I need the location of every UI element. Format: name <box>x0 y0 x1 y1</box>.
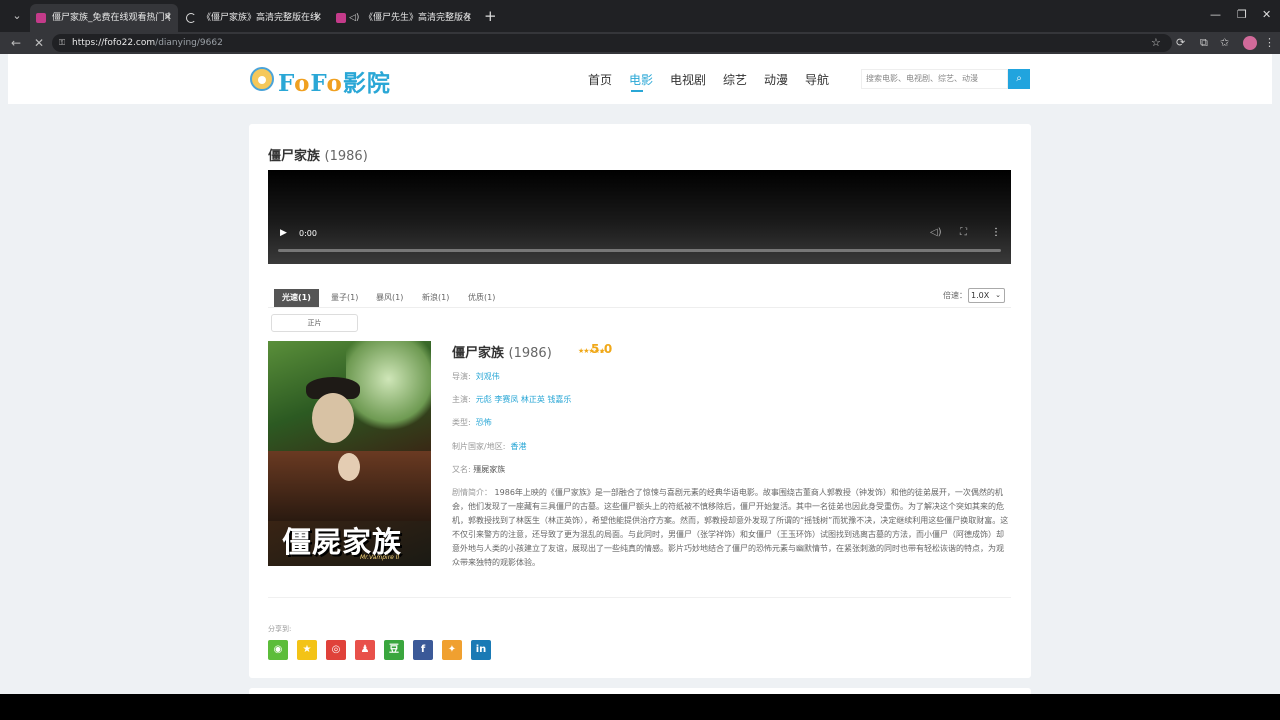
linkedin-icon[interactable]: in <box>471 640 491 660</box>
favicon-icon <box>36 13 46 23</box>
nav-active-underline <box>631 90 643 92</box>
director-link[interactable]: 刘观伟 <box>476 372 500 381</box>
star-icon[interactable]: ★ <box>297 640 317 660</box>
source-tab-guangsu[interactable]: 光速(1) <box>274 289 319 307</box>
director-row: 导演: 刘观伟 <box>452 372 500 381</box>
bookmark-star-icon[interactable]: ☆ <box>1151 36 1161 50</box>
video-time: 0:00 <box>299 229 317 238</box>
tab-title: 《僵尸家族》高清完整版在线观看 <box>202 13 320 23</box>
nav-home[interactable]: 首页 <box>588 71 612 88</box>
tab-2[interactable]: 《僵尸家族》高清完整版在线观看 ✕ <box>180 4 328 32</box>
maximize-icon[interactable]: ❐ <box>1237 8 1247 21</box>
source-tab-baofeng[interactable]: 暴风(1) <box>376 289 403 307</box>
share-label: 分享到: <box>268 625 292 633</box>
video-player[interactable]: ▶ 0:00 ◁) ⛶ ⋮ <box>268 170 1011 264</box>
source-tab-liangzi[interactable]: 量子(1) <box>331 289 358 307</box>
qq-icon[interactable]: ♟ <box>355 640 375 660</box>
weibo-icon[interactable]: ◎ <box>326 640 346 660</box>
source-tab-youzhi[interactable]: 优质(1) <box>468 289 495 307</box>
minimize-icon[interactable]: — <box>1210 8 1221 21</box>
movie-poster: 僵屍家族 Mr.Vampire II <box>268 341 431 566</box>
facebook-icon[interactable]: f <box>413 640 433 660</box>
stop-icon[interactable]: ✕ <box>34 35 44 51</box>
close-icon[interactable]: ✕ <box>464 4 472 32</box>
region-link[interactable]: 香港 <box>510 442 526 451</box>
logo-mascot-icon[interactable] <box>250 67 274 91</box>
genre-row: 类型: 恐怖 <box>452 418 492 427</box>
nav-variety[interactable]: 综艺 <box>723 71 747 88</box>
chevron-down-icon: ⌄ <box>995 291 1001 299</box>
url-field[interactable]: ⚿ https://fofo22.com/dianying/9662 <box>52 34 1172 52</box>
speed-select[interactable]: 1.0X ⌄ <box>968 288 1005 303</box>
nav-guide[interactable]: 导航 <box>805 71 829 88</box>
cast-links[interactable]: 元彪 李赛凤 林正英 钱嘉乐 <box>476 395 572 404</box>
poster-subtitle: Mr.Vampire II <box>360 554 400 561</box>
site-info-icon[interactable]: ⚿ <box>59 34 65 52</box>
alias-row: 又名: 殭屍家族 <box>452 465 506 474</box>
source-tab-xinlang[interactable]: 新浪(1) <box>422 289 449 307</box>
rating-score: 5.0 <box>591 342 613 356</box>
back-icon[interactable]: ← <box>11 35 21 51</box>
movie-card: 僵尸家族 (1986) ▶ 0:00 ◁) ⛶ ⋮ 光速(1) 量子(1) 暴风… <box>249 124 1031 678</box>
play-icon[interactable]: ▶ <box>280 228 287 238</box>
region-row: 制片国家/地区: 香港 <box>452 442 527 451</box>
speed-label: 倍速： <box>943 291 967 300</box>
search-input[interactable]: 搜索电影、电视剧、综艺、动漫 <box>861 69 1008 89</box>
fullscreen-icon[interactable]: ⛶ <box>960 227 967 238</box>
favicon-icon <box>336 13 346 23</box>
new-tab-icon[interactable]: + <box>484 8 497 24</box>
twitter-icon[interactable]: ✦ <box>442 640 462 660</box>
nav-movies[interactable]: 电影 <box>629 71 653 88</box>
source-divider <box>268 307 1011 308</box>
profile-avatar[interactable] <box>1243 36 1257 50</box>
url-host: https://fofo22.com <box>72 38 156 48</box>
tab-title: 僵尸家族_免费在线观看热门电影 <box>52 13 170 23</box>
nav-anime[interactable]: 动漫 <box>764 71 788 88</box>
search-button[interactable]: ⌕ <box>1008 69 1030 89</box>
close-icon[interactable]: ✕ <box>314 4 322 32</box>
taskbar <box>0 694 1280 720</box>
menu-icon[interactable]: ⋮ <box>1264 36 1275 50</box>
genre-link[interactable]: 恐怖 <box>476 418 492 427</box>
page-title: 僵尸家族 (1986) <box>268 149 368 164</box>
site-header: FoFo影院 首页 电影 电视剧 综艺 动漫 导航 搜索电影、电视剧、综艺、动漫… <box>8 54 1272 104</box>
progress-bar[interactable] <box>278 249 1001 252</box>
web-page: FoFo影院 首页 电影 电视剧 综艺 动漫 导航 搜索电影、电视剧、综艺、动漫… <box>8 54 1272 694</box>
extension-icon[interactable]: ⟳ <box>1176 36 1185 50</box>
split-icon[interactable]: ⧉ <box>1200 36 1208 50</box>
address-bar: ← ✕ ⚿ https://fofo22.com/dianying/9662 ☆… <box>0 32 1280 54</box>
loading-icon <box>186 13 196 23</box>
search-icon: ⌕ <box>1016 73 1022 84</box>
tab-1[interactable]: 僵尸家族_免费在线观看热门电影 ✕ <box>30 4 178 32</box>
tab-title: 《僵尸先生》高清完整版在线 <box>364 13 470 23</box>
close-window-icon[interactable]: ✕ <box>1262 8 1271 21</box>
movie-title: 僵尸家族 (1986) <box>452 346 552 361</box>
episode-button[interactable]: 正片 <box>271 314 358 332</box>
site-logo[interactable]: FoFo影院 <box>278 64 391 98</box>
douban-icon[interactable]: 豆 <box>384 640 404 660</box>
close-icon[interactable]: ✕ <box>164 4 172 32</box>
wechat-icon[interactable]: ◉ <box>268 640 288 660</box>
cast-row: 主演: 元彪 李赛凤 林正英 钱嘉乐 <box>452 395 572 404</box>
browser-window: ⌄ 僵尸家族_免费在线观看热门电影 ✕ 《僵尸家族》高清完整版在线观看 ✕ 《僵… <box>0 0 1280 694</box>
nav-tv[interactable]: 电视剧 <box>670 71 706 88</box>
section-divider <box>268 597 1011 598</box>
favorites-icon[interactable]: ✩ <box>1220 36 1229 50</box>
tab-search-icon[interactable]: ⌄ <box>10 9 24 23</box>
audio-icon[interactable]: ◁) <box>349 4 359 32</box>
volume-icon[interactable]: ◁) <box>930 227 942 238</box>
more-options-icon[interactable]: ⋮ <box>991 227 1001 238</box>
movie-summary: 剧情简介： 1986年上映的《僵尸家族》是一部融合了惊悚与喜剧元素的经典华语电影… <box>452 488 1009 567</box>
tab-strip: ⌄ 僵尸家族_免费在线观看热门电影 ✕ 《僵尸家族》高清完整版在线观看 ✕ 《僵… <box>0 0 1280 32</box>
url-path: /dianying/9662 <box>155 38 223 48</box>
tab-3[interactable]: 《僵尸先生》高清完整版在线 ◁) ✕ <box>330 4 478 32</box>
